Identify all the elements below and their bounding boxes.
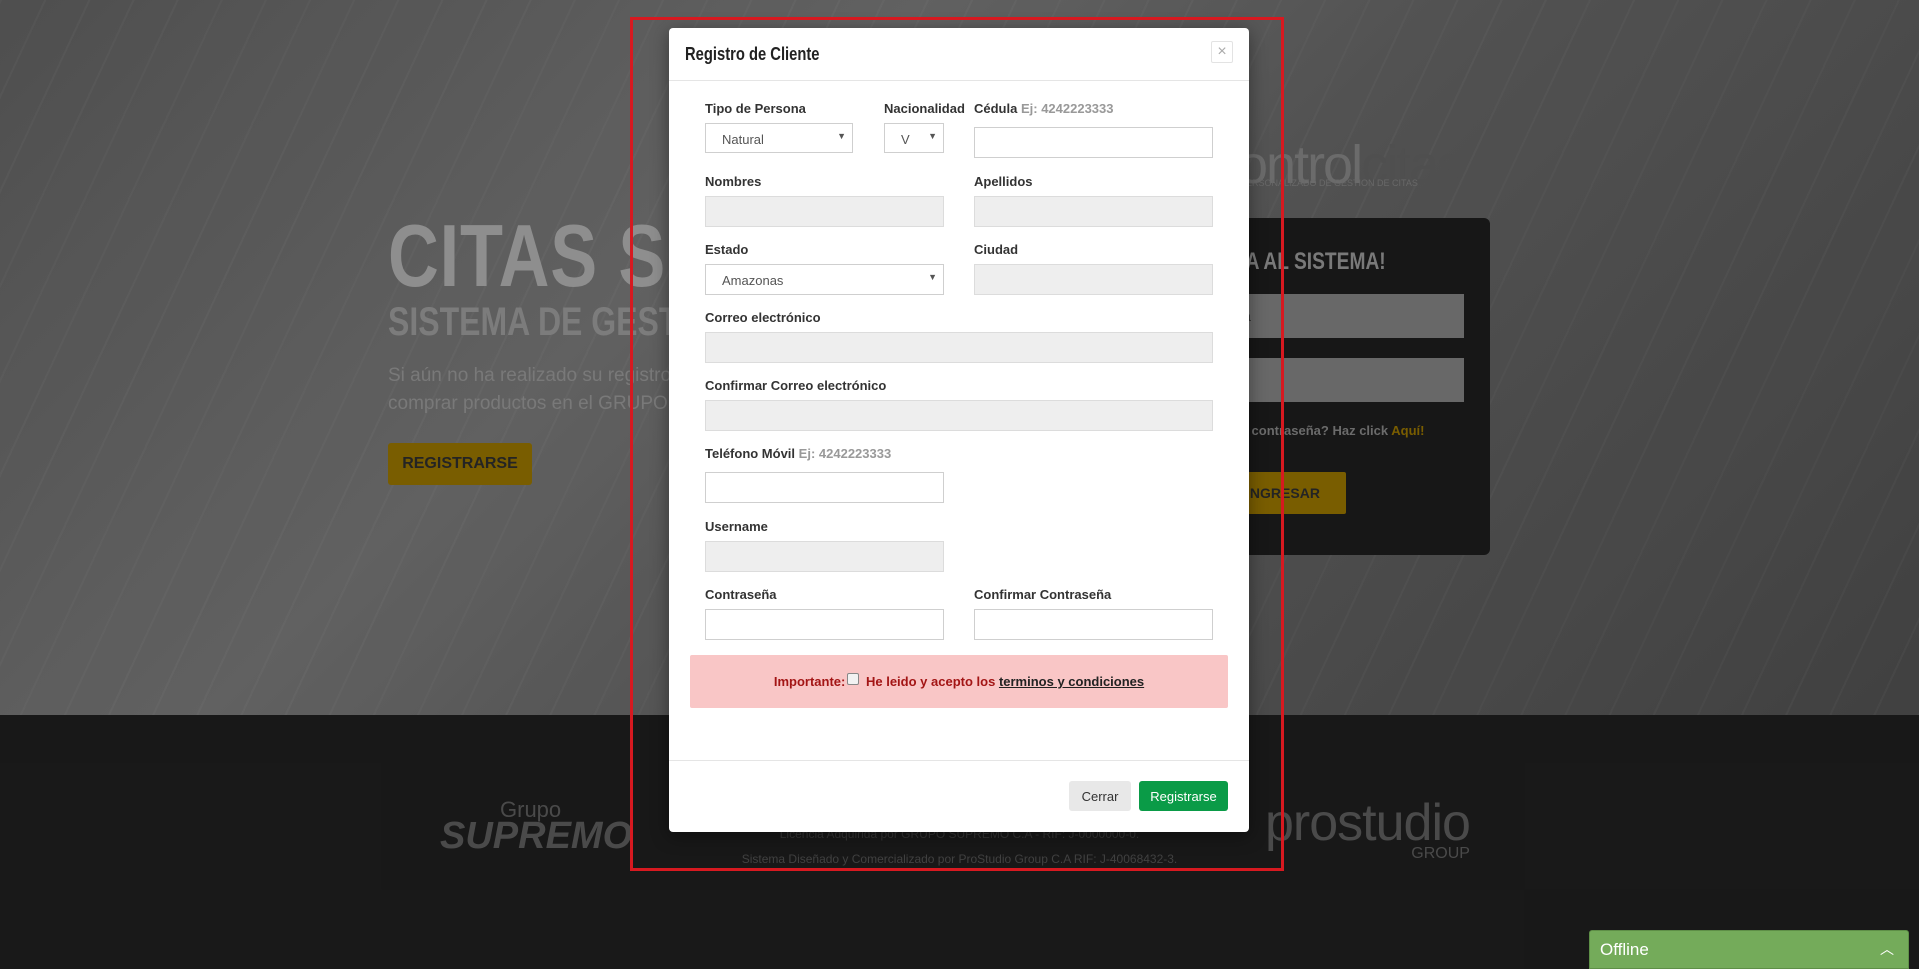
cedula-hint: Ej: 4242223333 <box>1020 101 1114 116</box>
cedula-label: Cédula Ej: 4242223333 <box>974 101 1114 116</box>
username-input[interactable] <box>705 541 944 572</box>
username-label: Username <box>705 519 768 534</box>
chevron-down-icon: ▼ <box>837 131 846 141</box>
chevron-down-icon: ▼ <box>928 131 937 141</box>
estado-label: Estado <box>705 242 749 257</box>
chevron-up-icon[interactable]: ︿ <box>1880 939 1894 959</box>
apellidos-input[interactable] <box>974 196 1213 227</box>
cedula-label-text: Cédula <box>974 101 1018 116</box>
terms-checkbox[interactable] <box>847 673 860 685</box>
cerrar-button[interactable]: Cerrar <box>1069 781 1131 811</box>
nombres-label: Nombres <box>705 174 762 189</box>
correo-label: Correo electrónico <box>705 310 821 325</box>
telefono-input[interactable] <box>705 472 944 503</box>
tipo-persona-label: Tipo de Persona <box>705 101 806 116</box>
terms-alert-text: He leido y acepto los <box>865 674 996 689</box>
chat-widget[interactable]: Offline ︿ <box>1589 930 1909 969</box>
registrarse-button[interactable]: Registrarse <box>1139 781 1228 811</box>
estado-select[interactable]: Amazonas ▼ <box>705 264 944 295</box>
correo-input[interactable] <box>705 332 1213 363</box>
confirmar-correo-label: Confirmar Correo electrónico <box>705 378 887 393</box>
terms-link[interactable]: terminos y condiciones <box>999 674 1144 689</box>
cedula-input[interactable] <box>974 127 1213 158</box>
contrasena-input[interactable] <box>705 609 944 640</box>
confirmar-correo-input[interactable] <box>705 400 1213 431</box>
nombres-input[interactable] <box>705 196 944 227</box>
contrasena-label: Contraseña <box>705 587 777 602</box>
ciudad-label: Ciudad <box>974 242 1019 257</box>
modal-title: Registro de Cliente <box>685 44 820 64</box>
ciudad-input[interactable] <box>974 264 1213 295</box>
modal-header: Registro de Cliente × <box>669 28 1249 81</box>
terms-alert-prefix: Importante: <box>773 674 846 689</box>
chat-status-label: Offline <box>1600 940 1649 959</box>
estado-value: Amazonas <box>722 273 784 288</box>
modal-footer: Cerrar Registrarse <box>669 760 1249 833</box>
registro-cliente-modal: Registro de Cliente × Tipo de Persona Na… <box>669 28 1249 832</box>
confirmar-contrasena-label: Confirmar Contraseña <box>974 587 1112 602</box>
close-icon[interactable]: × <box>1211 41 1233 63</box>
confirmar-contrasena-input[interactable] <box>974 609 1213 640</box>
nacionalidad-value: V <box>901 132 910 147</box>
telefono-hint: Ej: 4242223333 <box>798 446 892 461</box>
tipo-persona-value: Natural <box>722 132 764 147</box>
telefono-label-text: Teléfono Móvil <box>705 446 796 461</box>
nacionalidad-select[interactable]: V ▼ <box>884 123 944 153</box>
tipo-persona-select[interactable]: Natural ▼ <box>705 123 853 153</box>
chevron-down-icon: ▼ <box>928 272 937 282</box>
telefono-label: Teléfono Móvil Ej: 4242223333 <box>705 446 891 461</box>
terms-alert: Importante: He leido y acepto los termin… <box>690 655 1228 708</box>
apellidos-label: Apellidos <box>974 174 1033 189</box>
nacionalidad-label: Nacionalidad <box>884 101 965 116</box>
